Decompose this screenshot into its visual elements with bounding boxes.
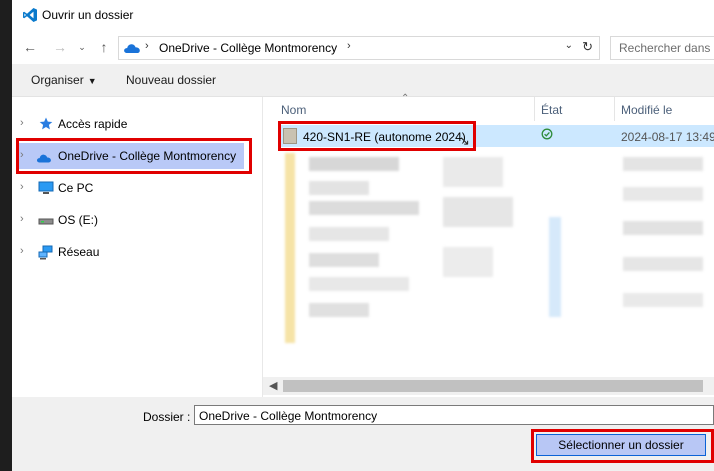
breadcrumb-separator-icon[interactable]: › [347,40,351,52]
breadcrumb-current[interactable]: OneDrive - Collège Montmorency [159,41,337,55]
folder-input[interactable]: OneDrive - Collège Montmorency [194,405,714,425]
vscode-logo-icon [23,8,37,22]
sidebar-item-onedrive[interactable]: › OneDrive - Collège Montmorency [18,143,244,169]
search-placeholder: Rechercher dans : [619,41,714,55]
sidebar-item-label: Accès rapide [58,117,128,131]
folder-field-label: Dossier : [143,410,191,424]
address-dropdown-icon[interactable]: ⌄ [565,40,573,51]
navigation-pane: › Accès rapide › OneDrive - Collège Mont… [12,97,263,397]
column-header-row: ⌃ Nom État Modifié le [263,93,714,121]
star-icon [39,117,53,130]
mouse-cursor-icon: ↘ [459,133,470,148]
column-header-modified[interactable]: Modifié le [621,103,672,117]
dialog-footer: Dossier : OneDrive - Collège Montmorency… [12,397,714,471]
sidebar-item-label: Réseau [58,245,100,259]
onedrive-cloud-icon [124,44,140,53]
sidebar-item-this-pc[interactable]: › Ce PC [12,175,262,201]
synced-check-icon [541,128,553,140]
scrollbar-thumb[interactable] [283,380,703,392]
drive-icon [38,218,54,225]
expand-chevron-icon[interactable]: › [20,213,24,225]
sidebar-item-network[interactable]: › Réseau [12,239,262,265]
folder-icon [283,128,297,144]
file-name[interactable]: 420-SN1-RE (autonome 2024) [303,130,466,144]
refresh-icon[interactable]: ↻ [582,39,593,55]
column-divider[interactable] [614,97,615,121]
sidebar-item-quick-access[interactable]: › Accès rapide [12,111,262,137]
sort-ascending-icon: ⌃ [401,93,410,104]
folder-input-value: OneDrive - Collège Montmorency [199,409,378,423]
computer-icon [38,181,54,194]
organize-button[interactable]: Organiser ▼ [31,73,97,87]
command-bar: Organiser ▼ Nouveau dossier [12,64,714,97]
open-folder-dialog: Ouvrir un dossier ← → ⌄ ↑ › OneDrive - C… [12,0,714,471]
forward-arrow-icon[interactable]: → [52,39,68,55]
expand-chevron-icon[interactable]: › [20,181,24,193]
address-row: ← → ⌄ ↑ › OneDrive - Collège Montmorency… [12,30,714,64]
scroll-left-arrow-icon[interactable]: ◀ [269,379,277,392]
recent-locations-chevron-icon[interactable]: ⌄ [74,39,90,55]
expand-chevron-icon[interactable]: › [20,117,24,129]
column-header-state[interactable]: État [541,103,562,117]
address-bar[interactable]: › OneDrive - Collège Montmorency › ⌄ ↻ [118,36,600,60]
new-folder-button[interactable]: Nouveau dossier [126,73,216,87]
background-editor-edge [0,0,12,471]
column-divider[interactable] [534,97,535,121]
expand-chevron-icon[interactable]: › [20,245,24,257]
column-header-name[interactable]: Nom [281,103,306,117]
network-icon [38,245,53,260]
caret-down-icon: ▼ [87,76,97,86]
breadcrumb-separator-icon: › [145,40,149,52]
sidebar-item-label: OS (E:) [58,213,99,227]
select-folder-button[interactable]: Sélectionner un dossier [536,434,706,456]
sidebar-item-label: OneDrive - Collège Montmorency [58,149,237,163]
window-title: Ouvrir un dossier [42,8,134,22]
back-arrow-icon[interactable]: ← [22,39,38,55]
cloud-icon [36,154,51,163]
up-arrow-icon[interactable]: ↑ [96,39,112,55]
horizontal-scrollbar[interactable]: ◀ [263,377,714,395]
expand-chevron-icon[interactable]: › [20,149,24,161]
search-input[interactable]: Rechercher dans : [610,36,714,60]
file-modified: 2024-08-17 13:49 [621,130,714,144]
file-list: ⌃ Nom État Modifié le 420-SN1-RE (autono… [263,93,714,397]
title-bar: Ouvrir un dossier [12,0,714,30]
sidebar-item-os-drive[interactable]: › OS (E:) [12,207,262,233]
sidebar-item-label: Ce PC [58,181,94,195]
